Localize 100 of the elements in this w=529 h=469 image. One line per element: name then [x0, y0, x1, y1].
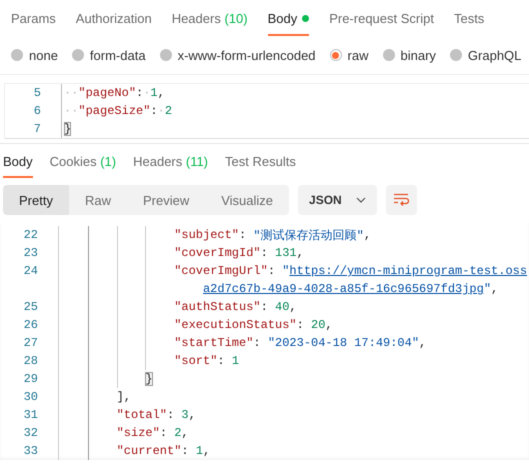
view-mode-tab[interactable]: Pretty [3, 185, 69, 215]
json-key: "executionStatus" [174, 318, 297, 332]
json-punctuation: , [296, 246, 304, 260]
json-punctuation: , [325, 318, 333, 332]
json-punctuation: : [167, 408, 176, 422]
whitespace-marker: · [158, 104, 165, 118]
json-key: "total" [116, 408, 168, 422]
line-number: 33 [22, 444, 38, 458]
json-punctuation: , [158, 86, 165, 100]
view-mode-tab[interactable]: Visualize [205, 185, 290, 215]
json-punctuation: : [136, 86, 144, 100]
json-punctuation: ] [116, 390, 124, 404]
line-number: 23 [22, 246, 38, 260]
json-number: 1 [232, 354, 240, 368]
json-key: "startTime" [174, 336, 254, 350]
response-tab[interactable]: Cookies (1) [50, 144, 116, 178]
json-punctuation: : [239, 228, 248, 242]
json-string: " [282, 264, 290, 278]
json-punctuation: : [150, 104, 158, 118]
view-mode-tab[interactable]: Raw [68, 185, 127, 215]
json-key: "pageNo" [78, 86, 136, 100]
json-punctuation: , [491, 282, 498, 296]
request-tab[interactable]: Headers (10) [172, 0, 248, 36]
whitespace-marker: ·· [64, 104, 78, 118]
json-punctuation: : [260, 246, 269, 260]
json-punctuation: : [260, 300, 269, 314]
json-punctuation: , [203, 444, 210, 458]
body-type-radio[interactable]: binary [382, 48, 436, 62]
line-number: 25 [22, 300, 38, 314]
body-type-radio[interactable]: raw [330, 48, 368, 62]
json-number: 3 [181, 408, 189, 422]
json-key: "coverImgUrl" [174, 264, 268, 278]
json-string: " [484, 282, 492, 296]
json-number: 1 [150, 86, 158, 100]
json-number: 40 [275, 300, 290, 314]
body-type-radio[interactable]: GraphQL [450, 48, 522, 62]
json-punctuation: : [296, 318, 305, 332]
line-number: 26 [22, 318, 38, 332]
json-punctuation: , [124, 390, 131, 404]
wrap-lines-button[interactable] [386, 185, 417, 215]
radio-icon[interactable] [11, 49, 23, 61]
json-key: "current" [116, 444, 182, 458]
json-punctuation: , [188, 408, 196, 422]
line-number: 24 [22, 264, 38, 278]
radio-icon[interactable] [382, 49, 394, 61]
view-mode-tab[interactable]: Preview [126, 185, 206, 215]
json-key: "size" [116, 426, 160, 440]
request-tab[interactable]: Authorization [76, 0, 152, 36]
body-type-radio[interactable]: form-data [72, 48, 146, 62]
line-number: 7 [32, 122, 41, 136]
request-editor[interactable]: 5 ··"pageNo":·1, 6 ··"pageSize":·2 7 } [4, 83, 529, 139]
radio-icon[interactable] [72, 49, 84, 61]
format-dropdown[interactable]: JSON [298, 185, 377, 215]
line-number: 32 [22, 426, 38, 440]
body-type-radio[interactable]: x-www-form-urlencoded [160, 48, 316, 62]
json-key: "subject" [174, 228, 239, 242]
json-string: "测试保存活动回顾" [253, 228, 364, 244]
json-key: "coverImgId" [174, 246, 261, 260]
whitespace-marker: · [143, 86, 150, 100]
json-number: 131 [275, 246, 297, 260]
request-tab[interactable]: Body [268, 0, 310, 36]
response-tab[interactable]: Body [3, 144, 33, 178]
json-punctuation: , [289, 300, 297, 314]
whitespace-marker: ·· [64, 86, 78, 100]
line-number: 30 [22, 390, 38, 404]
line-number: 5 [32, 86, 41, 100]
json-punctuation: , [419, 336, 426, 350]
json-number: 2 [164, 104, 172, 118]
line-number: 27 [22, 336, 38, 350]
request-tab[interactable]: Pre-request Script [329, 0, 434, 36]
line-number: 22 [22, 228, 38, 242]
json-punctuation: : [253, 336, 262, 350]
line-number: 31 [22, 408, 38, 422]
json-punctuation: : [217, 354, 226, 368]
matched-bracket: } [145, 372, 153, 386]
request-tab[interactable]: Tests [454, 0, 484, 36]
response-tab[interactable]: Test Results [225, 144, 296, 178]
json-key: "sort" [174, 354, 218, 368]
radio-icon[interactable] [160, 49, 172, 61]
line-number: 28 [22, 354, 38, 368]
json-number: 1 [196, 444, 204, 458]
chevron-down-icon [356, 197, 366, 203]
radio-icon[interactable] [330, 49, 342, 61]
body-type-radio[interactable]: none [11, 48, 58, 62]
json-punctuation: , [181, 426, 189, 440]
json-punctuation: , [364, 228, 372, 242]
json-key: "pageSize" [78, 104, 150, 118]
json-punctuation: : [181, 444, 190, 458]
matched-bracket: } [64, 122, 72, 136]
json-key: "authStatus" [174, 300, 261, 314]
json-number: 20 [311, 318, 326, 332]
response-tab[interactable]: Headers (11) [133, 144, 208, 178]
line-number: 29 [22, 372, 38, 386]
json-punctuation: : [160, 426, 168, 440]
wrap-lines-icon [393, 193, 410, 207]
json-punctuation: : [268, 264, 276, 278]
line-number: 6 [32, 104, 41, 118]
json-number: 2 [174, 426, 182, 440]
radio-icon[interactable] [450, 49, 462, 61]
request-tab[interactable]: Params [11, 0, 56, 36]
